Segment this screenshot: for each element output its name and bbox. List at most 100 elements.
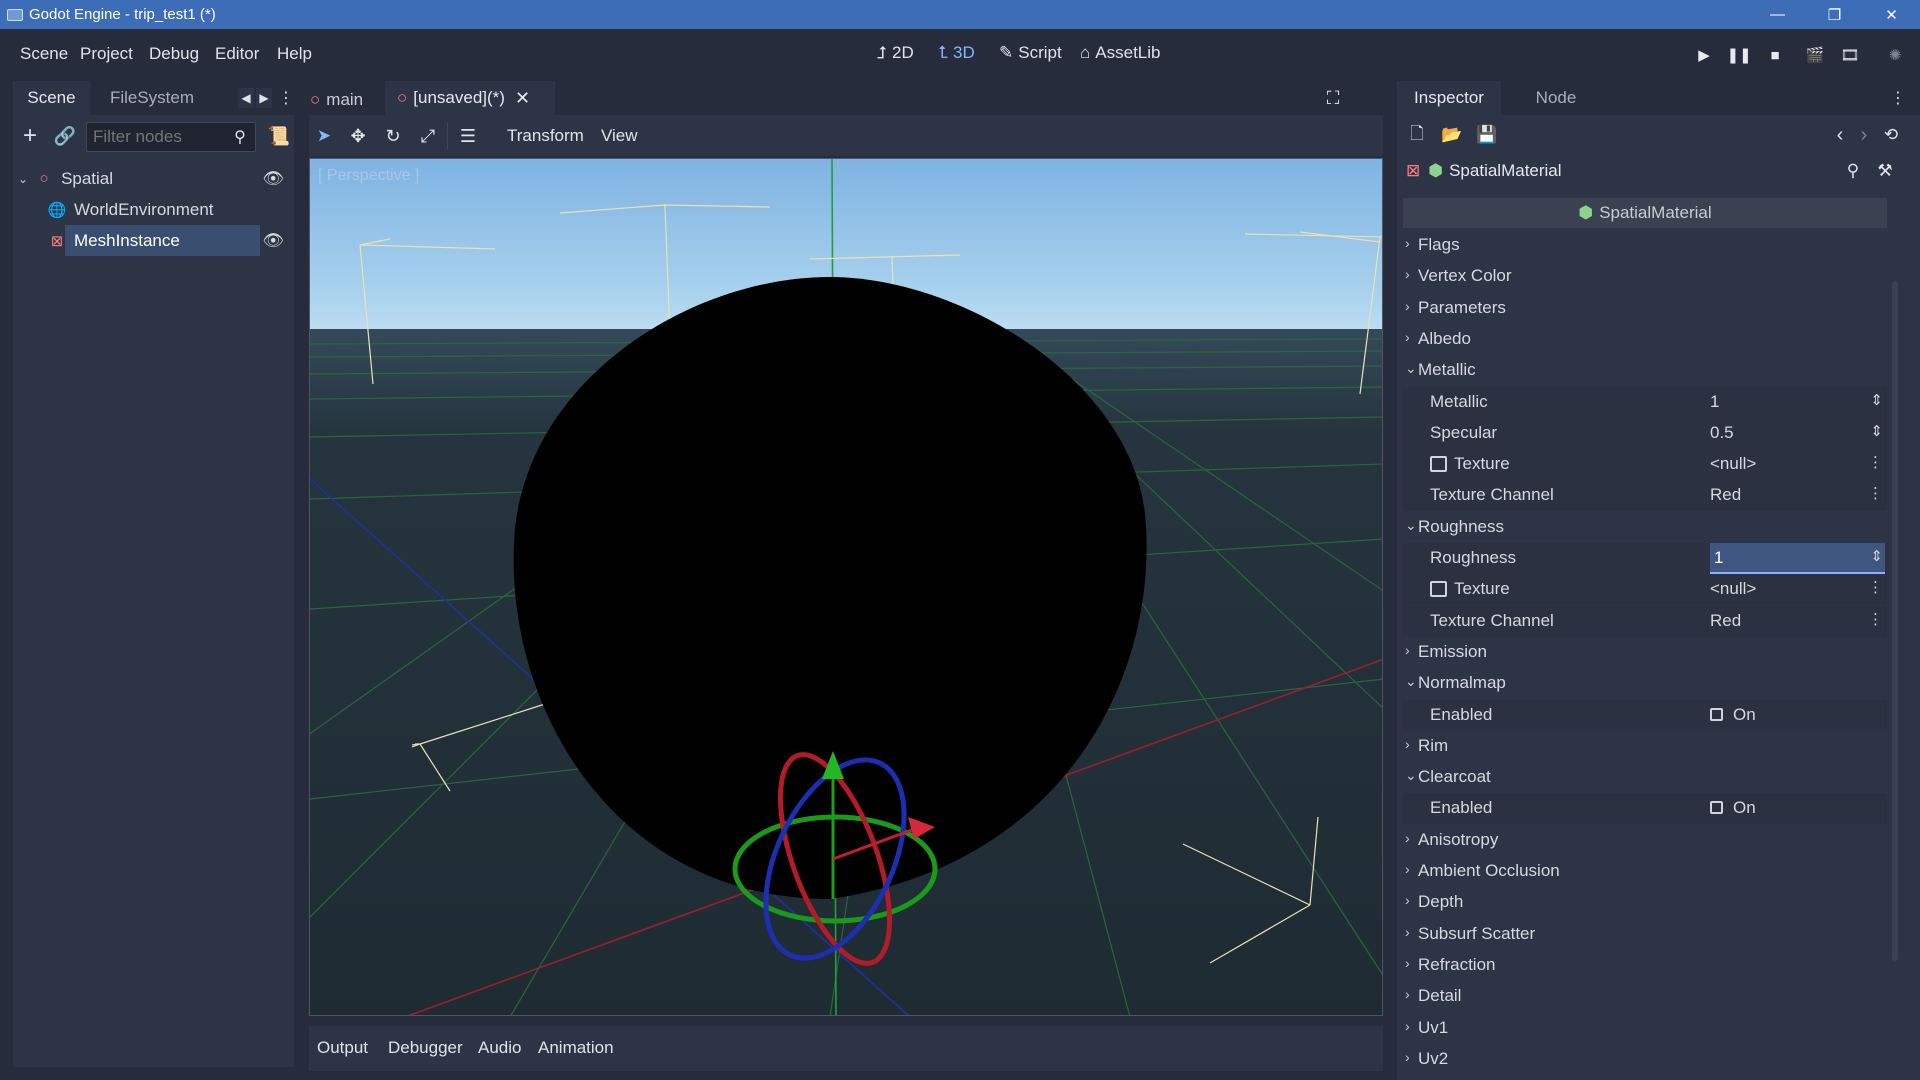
visibility-eye-icon[interactable]: 👁 (262, 169, 284, 189)
chevron-right-icon[interactable]: › (1405, 298, 1410, 314)
property-texture[interactable]: Texture <null> ⋮ (1403, 574, 1887, 606)
chevron-right-icon[interactable]: › (1405, 861, 1410, 877)
chevron-down-icon[interactable]: ⌄ (1405, 517, 1417, 534)
attach-script-icon[interactable]: 📜 (268, 124, 290, 148)
move-tool-icon[interactable]: ✥ (348, 126, 368, 146)
chevron-right-icon[interactable]: › (1405, 642, 1410, 658)
property-specular[interactable]: Specular 0.5 ⇕ (1403, 417, 1887, 449)
property-checkbox[interactable]: On (1710, 798, 1756, 818)
bottom-tab-audio[interactable]: Audio (478, 1038, 521, 1058)
property-enabled[interactable]: Enabled On (1403, 699, 1887, 731)
section-emission[interactable]: › Emission (1403, 637, 1887, 668)
property-texture-channel[interactable]: Texture Channel Red ⋮ (1403, 605, 1887, 637)
property-value[interactable]: Red (1710, 611, 1741, 631)
chevron-right-icon[interactable]: › (1405, 830, 1410, 846)
menu-editor[interactable]: Editor (215, 44, 259, 64)
section-uv1[interactable]: › Uv1 (1403, 1013, 1887, 1044)
property-roughness[interactable]: Roughness 1 ⇕ (1403, 543, 1887, 574)
section-roughness[interactable]: ⌄ Roughness (1403, 512, 1887, 543)
new-resource-icon[interactable]: 🗋 (1406, 124, 1428, 146)
filter-nodes-field[interactable]: ⚲ (86, 122, 256, 152)
menu-project[interactable]: Project (80, 44, 133, 64)
section-depth[interactable]: › Depth (1403, 887, 1887, 918)
select-tool-icon[interactable]: ➤ (314, 126, 334, 146)
section-detail[interactable]: › Detail (1403, 981, 1887, 1012)
property-menu-icon[interactable]: ⋮ (1868, 578, 1883, 596)
camera-perspective-label[interactable]: [ Perspective ] (318, 167, 419, 185)
menu-scene[interactable]: Scene (20, 44, 68, 64)
open-folder-icon[interactable]: 📂 (1441, 124, 1463, 146)
tab-node[interactable]: Node (1516, 81, 1596, 115)
property-menu-icon[interactable]: ⋮ (1868, 484, 1883, 502)
property-menu-icon[interactable]: ⋮ (1868, 453, 1883, 471)
tab-filesystem[interactable]: FileSystem (97, 81, 207, 115)
stop-icon[interactable]: ■ (1765, 45, 1785, 65)
workspace-2d-button[interactable]: ⮥ 2D (877, 43, 914, 63)
section-albedo[interactable]: › Albedo (1403, 324, 1887, 355)
edited-resource-path[interactable]: ⊠ ⬢ SpatialMaterial (1406, 157, 1886, 185)
transform-menu[interactable]: Transform (507, 126, 584, 146)
spinbox-arrows-icon[interactable]: ⇕ (1870, 391, 1883, 409)
menu-help[interactable]: Help (277, 44, 312, 64)
inspector-scrollbar[interactable] (1892, 281, 1898, 961)
close-tab-icon[interactable]: ✕ (515, 88, 530, 109)
workspace-script-button[interactable]: ✎ Script (999, 43, 1062, 63)
instance-scene-link-icon[interactable]: 🔗 (53, 124, 77, 148)
chevron-right-icon[interactable]: › (1405, 235, 1410, 251)
chevron-right-icon[interactable]: › (1405, 1049, 1410, 1065)
chevron-right-icon[interactable]: › (1405, 329, 1410, 345)
spinbox-arrows-icon[interactable]: ⇕ (1870, 422, 1883, 440)
tree-item-worldenvironment[interactable]: 🌐 WorldEnvironment (18, 194, 290, 225)
tab-inspector[interactable]: Inspector (1397, 81, 1501, 115)
menu-debug[interactable]: Debug (149, 44, 199, 64)
section-parameters[interactable]: › Parameters (1403, 293, 1887, 324)
workspace-assetlib-button[interactable]: ⌂ AssetLib (1080, 43, 1160, 63)
property-texture[interactable]: Texture <null> ⋮ (1403, 449, 1887, 481)
tab-scene[interactable]: Scene (13, 81, 90, 115)
play-scene-icon[interactable]: 🎬 (1805, 45, 1825, 65)
section-ambient-occlusion[interactable]: › Ambient Occlusion (1403, 856, 1887, 887)
object-tools-icon[interactable]: ⚒ (1874, 160, 1896, 182)
bottom-tab-debugger[interactable]: Debugger (388, 1038, 463, 1058)
property-value[interactable]: <null> (1710, 579, 1756, 599)
section-anisotropy[interactable]: › Anisotropy (1403, 825, 1887, 856)
object-history-icon[interactable]: ⟲ (1880, 124, 1902, 146)
property-menu-icon[interactable]: ⋮ (1868, 610, 1883, 628)
chevron-right-icon[interactable]: › (1405, 266, 1410, 282)
dock-menu-icon[interactable]: ⋮ (1890, 86, 1906, 110)
property-enabled[interactable]: Enabled On (1403, 793, 1887, 825)
chevron-right-icon[interactable]: › (1405, 892, 1410, 908)
maximize-button[interactable]: ❐ (1806, 0, 1863, 29)
tab-scroll-left-icon[interactable]: ◀ (238, 88, 254, 108)
3d-viewport[interactable]: [ Perspective ] (309, 158, 1383, 1016)
close-window-button[interactable]: ✕ (1863, 0, 1920, 29)
checkbox-icon[interactable] (1710, 801, 1723, 815)
scale-tool-icon[interactable]: ⤢ (418, 126, 438, 146)
chevron-right-icon[interactable]: › (1405, 955, 1410, 971)
pause-icon[interactable]: ❚❚ (1726, 45, 1751, 65)
property-value[interactable]: 1 (1710, 392, 1719, 412)
property-value[interactable]: <null> (1710, 454, 1756, 474)
chevron-down-icon[interactable]: ⌄ (1405, 767, 1417, 784)
chevron-right-icon[interactable]: › (1405, 924, 1410, 940)
property-metallic[interactable]: Metallic 1 ⇕ (1403, 386, 1887, 418)
tree-item-spatial[interactable]: ⌄ ○ Spatial 👁 (18, 163, 290, 194)
play-custom-scene-icon[interactable]: 🎞 (1840, 45, 1860, 65)
property-texture-channel[interactable]: Texture Channel Red ⋮ (1403, 480, 1887, 512)
chevron-right-icon[interactable]: › (1405, 736, 1410, 752)
minimize-button[interactable]: — (1749, 0, 1806, 29)
section-metallic[interactable]: ⌄ Metallic (1403, 355, 1887, 386)
bottom-tab-animation[interactable]: Animation (538, 1038, 614, 1058)
collapse-arrow-icon[interactable]: ⌄ (18, 172, 28, 186)
bottom-tab-output[interactable]: Output (317, 1038, 368, 1058)
play-icon[interactable]: ▶ (1694, 45, 1714, 65)
list-select-icon[interactable]: ☰ (458, 126, 478, 146)
section-refraction[interactable]: › Refraction (1403, 950, 1887, 981)
view-menu[interactable]: View (601, 126, 638, 146)
section-clearcoat[interactable]: ⌄ Clearcoat (1403, 762, 1887, 793)
chevron-right-icon[interactable]: › (1405, 986, 1410, 1002)
rotate-tool-icon[interactable]: ↻ (383, 126, 403, 146)
scene-tab-main[interactable]: ○ main (310, 84, 380, 115)
filter-nodes-input[interactable] (93, 127, 223, 147)
add-node-icon[interactable]: + (18, 122, 42, 149)
